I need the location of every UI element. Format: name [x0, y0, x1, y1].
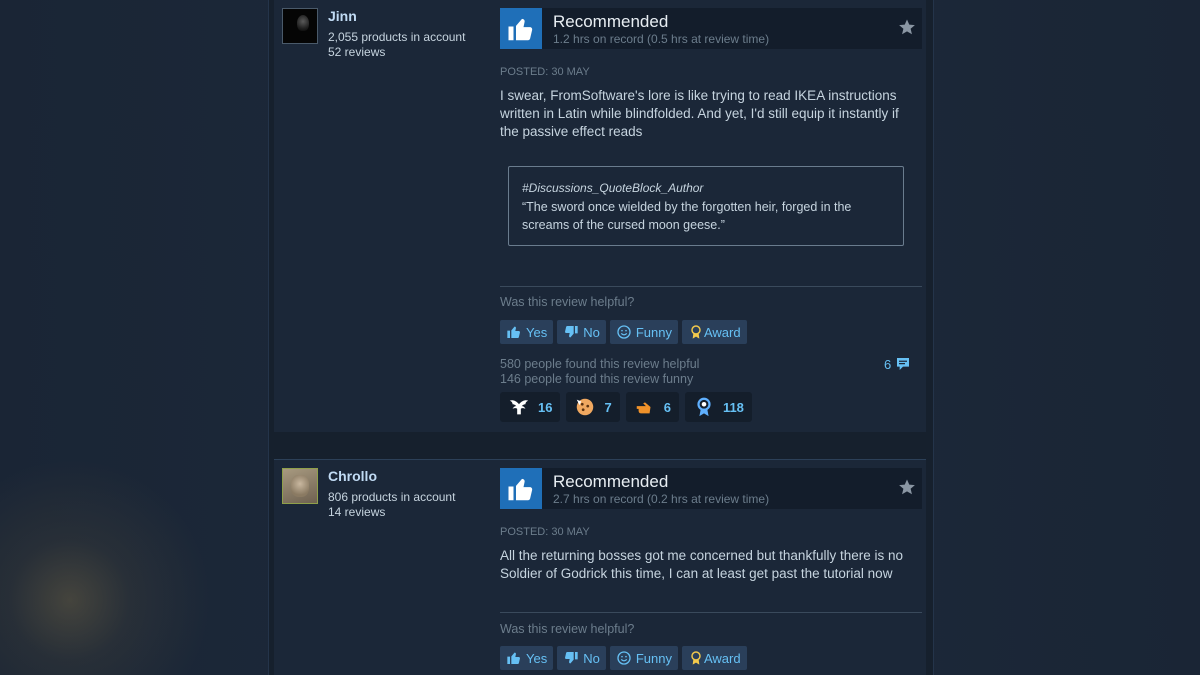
vote-buttons: Yes No Funny Award: [500, 646, 747, 670]
posted-date: POSTED: 30 MAY: [500, 66, 590, 78]
award-badge[interactable]: 6: [625, 392, 679, 422]
vote-title: Recommended: [553, 472, 669, 491]
author-avatar[interactable]: [282, 8, 318, 44]
no-label: No: [583, 650, 600, 666]
cookie-award-icon: [577, 398, 594, 416]
thumbs-up-icon: [500, 8, 542, 49]
wings-award-icon: [509, 400, 529, 415]
thumbs-up-icon: [507, 652, 520, 664]
author-products[interactable]: 806 products in account: [328, 490, 455, 504]
award-count: 7: [604, 399, 612, 415]
divider: [500, 612, 922, 613]
author-name[interactable]: Jinn: [328, 8, 357, 24]
no-button[interactable]: No: [557, 320, 606, 344]
award-label: Award: [703, 650, 741, 666]
award-badge[interactable]: 16: [500, 392, 561, 422]
award-button[interactable]: Award: [681, 646, 747, 670]
thumbs-down-icon: [565, 652, 578, 664]
award-badge[interactable]: 7: [566, 392, 620, 422]
yes-button[interactable]: Yes: [500, 320, 554, 344]
author-products[interactable]: 2,055 products in account: [328, 30, 465, 44]
award-count: 118: [722, 399, 744, 415]
hours-on-record: 1.2 hrs on record (0.5 hrs at review tim…: [553, 32, 770, 46]
quote-block: #Discussions_QuoteBlock_Author “The swor…: [508, 166, 904, 246]
award-ribbon-icon: [691, 325, 701, 339]
vote-buttons: Yes No Funny Award: [500, 320, 747, 344]
star-icon[interactable]: [898, 18, 916, 36]
posted-date: POSTED: 30 MAY: [500, 526, 590, 538]
awards-row: 16 7 6 118: [500, 392, 752, 422]
award-badge[interactable]: 118: [684, 392, 752, 422]
vote-title: Recommended: [553, 12, 669, 31]
review-card: Chrollo 806 products in account 14 revie…: [274, 460, 926, 675]
smiley-icon: [617, 651, 631, 665]
pointing-hand-award-icon: [636, 402, 651, 414]
funny-label: Funny: [635, 650, 672, 666]
quote-body: “The sword once wielded by the forgotten…: [522, 200, 852, 232]
hours-on-record: 2.7 hrs on record (0.2 hrs at review tim…: [553, 492, 770, 506]
review-card: Jinn 2,055 products in account 52 review…: [274, 0, 926, 432]
award-ribbon-icon: [691, 651, 701, 665]
helpful-question: Was this review helpful?: [500, 622, 635, 636]
author-avatar[interactable]: [282, 468, 318, 504]
yes-label: Yes: [526, 324, 548, 340]
smiley-icon: [617, 325, 631, 339]
comment-count: 6: [884, 356, 892, 372]
thumbs-up-icon: [507, 326, 520, 338]
helpful-count: 580 people found this review helpful: [500, 357, 700, 371]
comments-link[interactable]: 6: [884, 356, 911, 372]
award-count: 16: [538, 399, 553, 415]
review-text: All the returning bosses got me concerne…: [500, 548, 903, 581]
thumbs-up-icon: [500, 468, 542, 509]
funny-label: Funny: [635, 324, 672, 340]
yes-button[interactable]: Yes: [500, 646, 554, 670]
star-icon[interactable]: [898, 478, 916, 496]
thumbs-down-icon: [565, 326, 578, 338]
author-reviews[interactable]: 14 reviews: [328, 505, 385, 519]
award-count: 6: [663, 399, 671, 415]
award-label: Award: [703, 324, 741, 340]
no-label: No: [583, 324, 600, 340]
vote-header[interactable]: Recommended 2.7 hrs on record (0.2 hrs a…: [500, 468, 922, 509]
divider: [500, 286, 922, 287]
comment-bubble-icon: [897, 358, 910, 370]
review-text: I swear, FromSoftware's lore is like try…: [500, 88, 899, 139]
vote-header[interactable]: Recommended 1.2 hrs on record (0.5 hrs a…: [500, 8, 922, 49]
ribbon-award-icon: [697, 397, 711, 417]
author-reviews[interactable]: 52 reviews: [328, 45, 385, 59]
yes-label: Yes: [526, 650, 548, 666]
helpful-question: Was this review helpful?: [500, 295, 635, 309]
funny-button[interactable]: Funny: [609, 646, 678, 670]
award-button[interactable]: Award: [681, 320, 747, 344]
quote-author: #Discussions_QuoteBlock_Author: [522, 181, 704, 195]
funny-count: 146 people found this review funny: [500, 372, 694, 386]
funny-button[interactable]: Funny: [609, 320, 678, 344]
no-button[interactable]: No: [557, 646, 606, 670]
author-name[interactable]: Chrollo: [328, 468, 377, 484]
